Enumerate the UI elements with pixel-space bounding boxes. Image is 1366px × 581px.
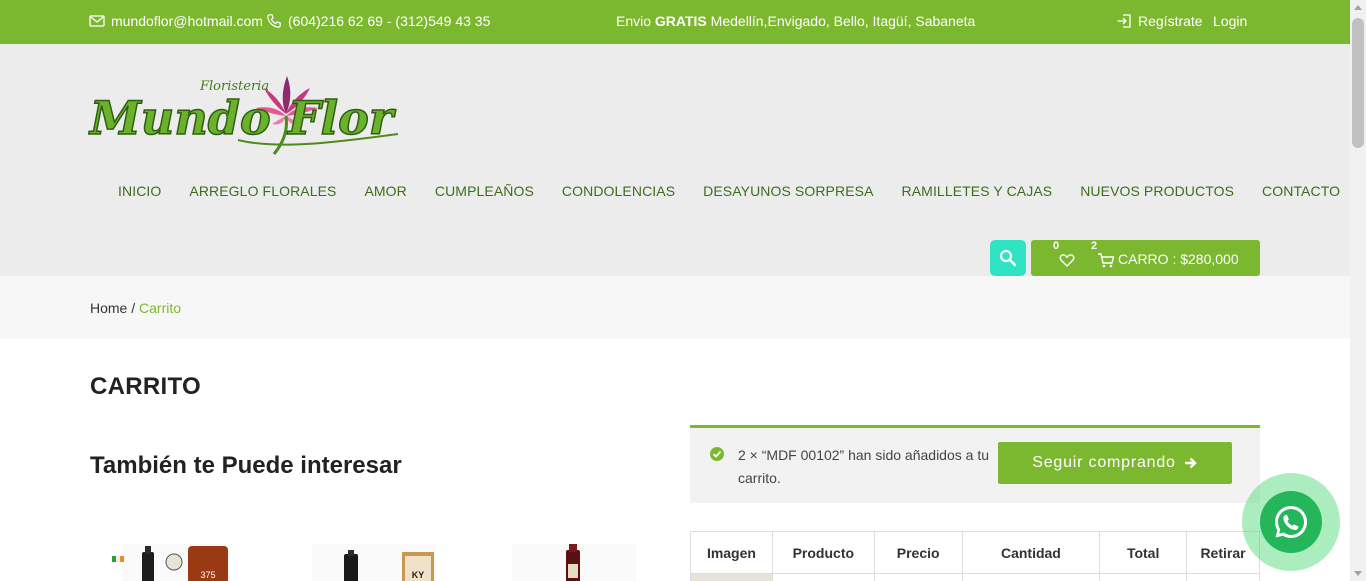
product-image — [512, 544, 636, 581]
contact-phone[interactable]: (604)216 62 69 - (312)549 43 35 — [266, 13, 490, 29]
continue-shopping-button[interactable]: Seguir comprando — [998, 442, 1232, 484]
cart-item-remove-cell — [1186, 573, 1260, 581]
logo-main-left: Mundo — [88, 91, 271, 145]
nav-item-cumpleanos[interactable]: CUMPLEAÑOS — [421, 183, 548, 203]
cart-item-price-cell — [873, 573, 963, 581]
phone-icon — [267, 14, 281, 28]
main-nav: INICIO ARREGLO FLORALES AMOR CUMPLEAÑOS … — [104, 183, 1354, 203]
arrow-right-icon — [1184, 457, 1197, 469]
cart-notice: 2 × “MDF 00102” han sido añadidos a tu c… — [690, 425, 1260, 503]
product-card[interactable] — [512, 544, 636, 581]
nav-item-amor[interactable]: AMOR — [350, 183, 420, 203]
login-link[interactable]: Login — [1213, 13, 1247, 29]
wishlist-count: 0 — [1053, 240, 1060, 252]
check-circle-icon — [710, 447, 724, 461]
table-row — [690, 573, 1260, 581]
contact-email[interactable]: mundoflor@hotmail.com — [89, 13, 263, 29]
nav-item-inicio[interactable]: INICIO — [104, 183, 175, 203]
breadcrumb-home[interactable]: Home — [90, 300, 127, 316]
nav-item-arreglo-florales[interactable]: ARREGLO FLORALES — [175, 183, 350, 203]
nav-item-ramilletes-y-cajas[interactable]: RAMILLETES Y CAJAS — [888, 183, 1067, 203]
envelope-icon — [89, 15, 105, 27]
cart-total-label: CARRO : $280,000 — [1118, 251, 1239, 267]
whatsapp-icon — [1275, 506, 1307, 538]
breadcrumb-current: Carrito — [139, 300, 182, 316]
product-badge-text: KY — [412, 570, 425, 580]
email-text: mundoflor@hotmail.com — [111, 13, 263, 29]
product-card[interactable]: KY — [312, 544, 436, 581]
cart-summary-button[interactable]: 0 2 CARRO : $280,000 — [1031, 240, 1260, 276]
breadcrumb-separator: / — [127, 300, 140, 316]
product-card[interactable]: 375 — [108, 544, 232, 581]
search-button[interactable] — [990, 240, 1026, 276]
heart-icon — [1059, 254, 1075, 267]
nav-item-nuevos-productos[interactable]: NUEVOS PRODUCTOS — [1066, 183, 1248, 203]
phone-text: (604)216 62 69 - (312)549 43 35 — [288, 13, 491, 29]
shipping-highlight: GRATIS — [654, 13, 707, 29]
cart-item-image-cell — [690, 573, 773, 581]
cart-table-header-row: Imagen Producto Precio Cantidad Total Re… — [690, 531, 1260, 574]
scrollbar-thumb[interactable] — [1352, 18, 1364, 148]
continue-shopping-label: Seguir comprando — [1032, 454, 1176, 471]
nav-item-contacto[interactable]: CONTACTO — [1248, 183, 1354, 203]
whatsapp-button[interactable] — [1260, 491, 1322, 553]
breadcrumb-bar: Home / Carrito — [0, 276, 1350, 339]
shipping-banner: Envio GRATIS Medellín,Envigado, Bello, I… — [616, 13, 975, 29]
product-badge-text: 375 — [200, 570, 215, 580]
shipping-prefix: Envio — [616, 13, 655, 29]
related-products-title: También te Puede interesar — [90, 452, 402, 479]
nav-item-condolencias[interactable]: CONDOLENCIAS — [548, 183, 689, 203]
product-image: KY — [312, 544, 436, 581]
cart-table: Imagen Producto Precio Cantidad Total Re… — [690, 531, 1260, 581]
product-image: 375 — [112, 544, 230, 581]
column-header-producto: Producto — [771, 531, 875, 574]
search-icon — [999, 249, 1017, 267]
sign-in-icon — [1117, 14, 1131, 28]
wishlist-link[interactable]: 0 — [1053, 240, 1075, 268]
page-scrollbar[interactable] — [1350, 0, 1366, 581]
login-label: Login — [1213, 13, 1248, 29]
cart-count: 2 — [1091, 240, 1098, 252]
shipping-cities: Medellín,Envigado, Bello, Itagüí, Sabane… — [706, 13, 976, 29]
column-header-precio: Precio — [873, 531, 963, 574]
cart-link[interactable]: 2 — [1091, 240, 1115, 268]
scroll-up-icon[interactable] — [1354, 5, 1362, 10]
column-header-imagen: Imagen — [690, 531, 773, 574]
column-header-cantidad: Cantidad — [961, 531, 1101, 574]
register-link[interactable]: Regístrate — [1116, 13, 1203, 29]
breadcrumb: Home / Carrito — [90, 300, 181, 316]
shopping-cart-icon — [1098, 253, 1115, 268]
site-header: Floristeria Mundo Flor INICIO ARREGLO FL… — [0, 44, 1350, 276]
cart-item-quantity-cell — [961, 573, 1101, 581]
page-title: CARRITO — [90, 373, 201, 400]
scroll-down-icon[interactable] — [1354, 571, 1362, 576]
cart-item-product-cell — [771, 573, 875, 581]
cart-item-total-cell — [1099, 573, 1188, 581]
notice-message: 2 × “MDF 00102” han sido añadidos a tu c… — [738, 447, 989, 486]
column-header-total: Total — [1099, 531, 1188, 574]
site-logo[interactable]: Floristeria Mundo Flor — [88, 68, 402, 160]
top-bar: mundoflor@hotmail.com (604)216 62 69 - (… — [0, 0, 1350, 44]
nav-item-desayunos-sorpresa[interactable]: DESAYUNOS SORPRESA — [689, 183, 887, 203]
register-label: Regístrate — [1138, 13, 1203, 29]
